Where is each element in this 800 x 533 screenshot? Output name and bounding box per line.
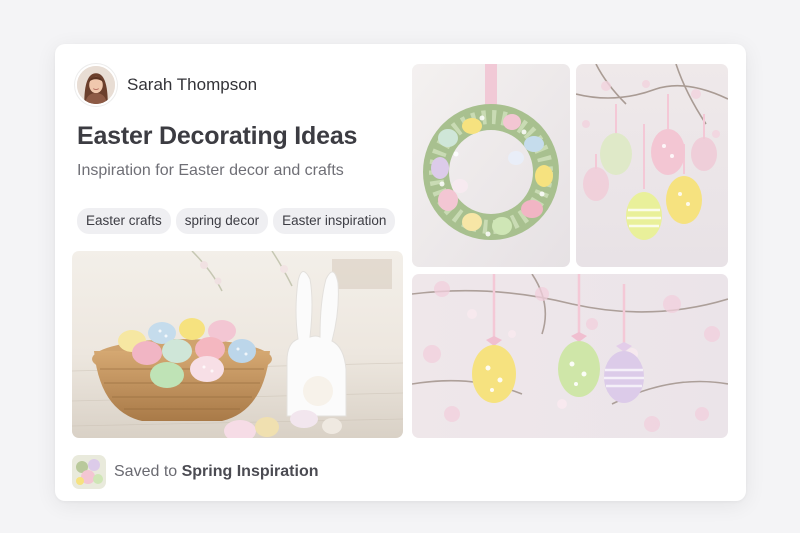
hanging-eggs-photo[interactable] [576, 64, 728, 267]
board-thumbnail[interactable] [72, 455, 106, 489]
tag-list: Easter crafts spring decor Easter inspir… [77, 208, 396, 234]
pin-title: Easter Decorating Ideas [77, 122, 358, 150]
board-name-link[interactable]: Spring Inspiration [182, 463, 319, 480]
tag-easter-inspiration[interactable]: Easter inspiration [273, 208, 396, 234]
pin-card: Sarah Thompson Easter Decorating Ideas I… [55, 44, 746, 501]
easter-basket-photo[interactable] [72, 251, 403, 438]
author-name[interactable]: Sarah Thompson [127, 75, 257, 95]
saved-prefix: Saved to [114, 463, 178, 480]
author-avatar[interactable] [75, 64, 117, 106]
author-row[interactable]: Sarah Thompson [75, 64, 257, 106]
egg-wreath-photo[interactable] [412, 64, 570, 267]
tag-spring-decor[interactable]: spring decor [175, 208, 269, 234]
tag-easter-crafts[interactable]: Easter crafts [77, 208, 171, 234]
saved-to-board: Saved to Spring Inspiration [72, 455, 319, 489]
pin-description: Inspiration for Easter decor and crafts [77, 162, 344, 179]
blossom-branch-eggs-photo[interactable] [412, 274, 728, 438]
saved-label: Saved to Spring Inspiration [114, 463, 319, 481]
